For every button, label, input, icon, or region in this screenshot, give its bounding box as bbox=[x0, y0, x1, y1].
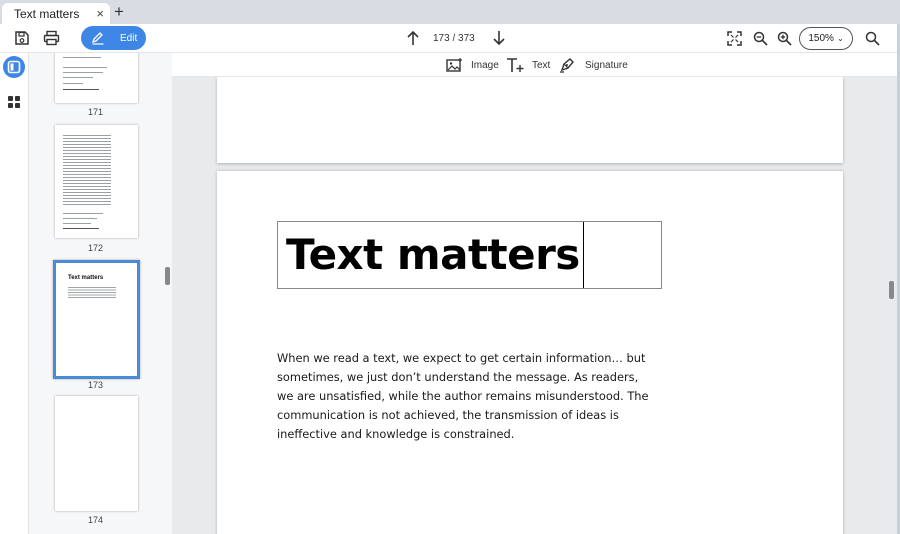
thumbnail-page-173[interactable]: Text matters bbox=[53, 260, 140, 379]
grid-view-icon[interactable] bbox=[3, 91, 25, 113]
thumbnail-page-172[interactable] bbox=[55, 125, 138, 238]
thumbnail-panel: 171 172 Text matters 173 174 bbox=[29, 53, 172, 534]
body-paragraph[interactable]: When we read a text, we expect to get ce… bbox=[277, 349, 657, 444]
thumbnail-page-174[interactable] bbox=[55, 396, 138, 511]
insert-signature-button[interactable]: Signature bbox=[559, 57, 628, 73]
edit-button[interactable]: Edit bbox=[81, 26, 146, 50]
print-icon[interactable] bbox=[41, 28, 61, 48]
previous-page-icon[interactable] bbox=[403, 28, 423, 48]
insert-toolbar: Image Text Signature bbox=[172, 53, 897, 77]
thumbnail-number: 171 bbox=[87, 107, 104, 117]
pencil-icon bbox=[91, 32, 104, 45]
zoom-value: 150% bbox=[808, 33, 834, 44]
document-scrollbar[interactable] bbox=[889, 281, 894, 299]
text-icon bbox=[506, 57, 524, 73]
title-text-box[interactable]: Text matters bbox=[277, 221, 662, 289]
zoom-in-icon[interactable] bbox=[774, 28, 794, 48]
thumbnail-title: Text matters bbox=[68, 275, 104, 281]
image-icon bbox=[445, 57, 463, 73]
current-page[interactable]: Text matters When we read a text, we exp… bbox=[217, 171, 843, 534]
document-title[interactable]: Text matters bbox=[286, 230, 580, 279]
text-cursor bbox=[583, 222, 584, 288]
signature-label: Signature bbox=[585, 59, 628, 71]
thumbnail-number: 174 bbox=[87, 515, 104, 525]
text-label: Text bbox=[532, 59, 551, 71]
zoom-select[interactable]: 150% ⌄ bbox=[799, 27, 853, 50]
new-tab-icon[interactable]: + bbox=[114, 3, 124, 21]
tab-bar: Text matters × + bbox=[0, 0, 900, 24]
fullscreen-icon[interactable] bbox=[724, 28, 744, 48]
thumbnail-number: 173 bbox=[87, 380, 104, 390]
left-rail bbox=[0, 53, 29, 534]
close-tab-icon[interactable]: × bbox=[96, 6, 104, 21]
main-toolbar: Edit 173 / 373 150% ⌄ bbox=[0, 24, 897, 53]
edit-label: Edit bbox=[120, 32, 138, 44]
tab-title: Text matters bbox=[14, 6, 80, 21]
thumbnail-page-171[interactable] bbox=[55, 53, 138, 103]
previous-page bbox=[217, 77, 843, 163]
page-counter[interactable]: 173 / 373 bbox=[433, 33, 475, 44]
chevron-down-icon: ⌄ bbox=[836, 34, 844, 43]
insert-image-button[interactable]: Image bbox=[445, 57, 499, 73]
thumbnail-scrollbar[interactable] bbox=[165, 267, 170, 285]
next-page-icon[interactable] bbox=[489, 28, 509, 48]
image-label: Image bbox=[471, 59, 499, 71]
zoom-out-icon[interactable] bbox=[750, 28, 770, 48]
document-viewport[interactable]: Text matters When we read a text, we exp… bbox=[172, 77, 897, 534]
signature-pen-icon bbox=[559, 57, 577, 73]
thumbnails-panel-icon[interactable] bbox=[3, 56, 25, 78]
document-tab[interactable]: Text matters × bbox=[2, 3, 110, 24]
save-icon[interactable] bbox=[12, 28, 32, 48]
thumbnail-number: 172 bbox=[87, 243, 104, 253]
insert-text-button[interactable]: Text bbox=[506, 57, 550, 73]
search-icon[interactable] bbox=[862, 28, 882, 48]
